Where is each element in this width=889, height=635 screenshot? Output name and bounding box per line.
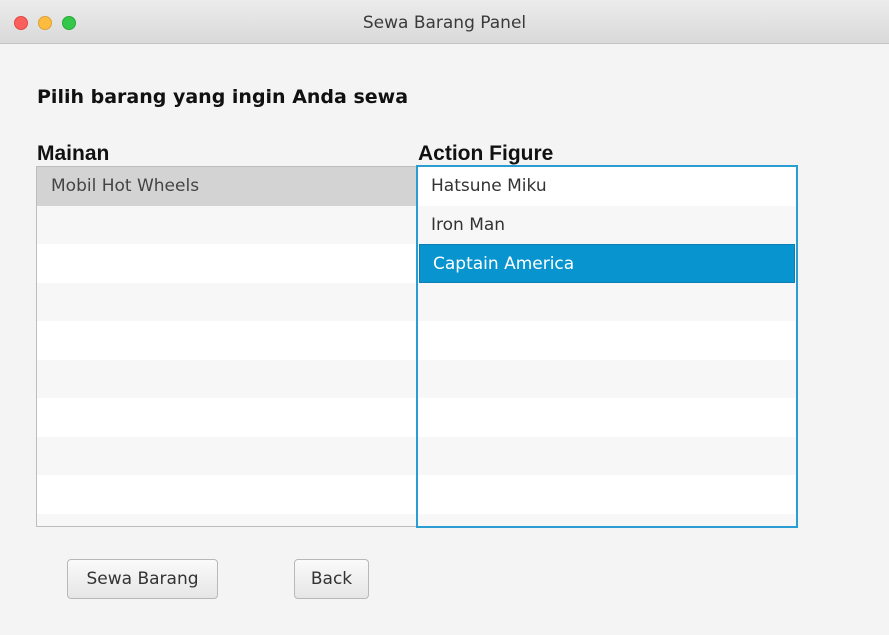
sewa-barang-button[interactable]: Sewa Barang bbox=[67, 559, 218, 599]
instruction-heading: Pilih barang yang ingin Anda sewa bbox=[37, 86, 409, 108]
mainan-empty-row bbox=[37, 398, 417, 437]
action-figure-empty-row bbox=[418, 359, 796, 398]
action-figure-item[interactable]: Hatsune Miku bbox=[418, 167, 796, 206]
title-bar[interactable]: Sewa Barang Panel bbox=[0, 0, 889, 44]
mainan-empty-row bbox=[37, 205, 417, 244]
action-figure-item[interactable]: Iron Man bbox=[418, 205, 796, 244]
action-figure-empty-row bbox=[418, 436, 796, 475]
window-title: Sewa Barang Panel bbox=[362, 13, 527, 33]
action-figure-item[interactable]: Captain America bbox=[419, 244, 795, 283]
mainan-empty-row bbox=[37, 321, 417, 360]
action-figure-empty-row bbox=[418, 321, 796, 360]
mainan-empty-row bbox=[37, 513, 417, 526]
action-figure-empty-row bbox=[418, 398, 796, 437]
mainan-empty-row bbox=[37, 359, 417, 398]
action-figure-label: Action Figure bbox=[418, 142, 554, 165]
mainan-list[interactable]: Mobil Hot Wheels bbox=[36, 166, 418, 527]
back-button[interactable]: Back bbox=[294, 559, 369, 599]
mainan-empty-row bbox=[37, 436, 417, 475]
action-figure-empty-row bbox=[418, 513, 796, 526]
mainan-item[interactable]: Mobil Hot Wheels bbox=[37, 167, 417, 206]
action-figure-list[interactable]: Hatsune Miku Iron Man Captain America bbox=[416, 165, 798, 528]
mainan-empty-row bbox=[37, 475, 417, 514]
action-figure-empty-row bbox=[418, 282, 796, 321]
mainan-empty-row bbox=[37, 244, 417, 283]
sewa-barang-window: Sewa Barang Panel Pilih barang yang ingi… bbox=[0, 0, 889, 635]
mainan-label: Mainan bbox=[37, 142, 110, 165]
action-figure-empty-row bbox=[418, 475, 796, 514]
mainan-empty-row bbox=[37, 282, 417, 321]
